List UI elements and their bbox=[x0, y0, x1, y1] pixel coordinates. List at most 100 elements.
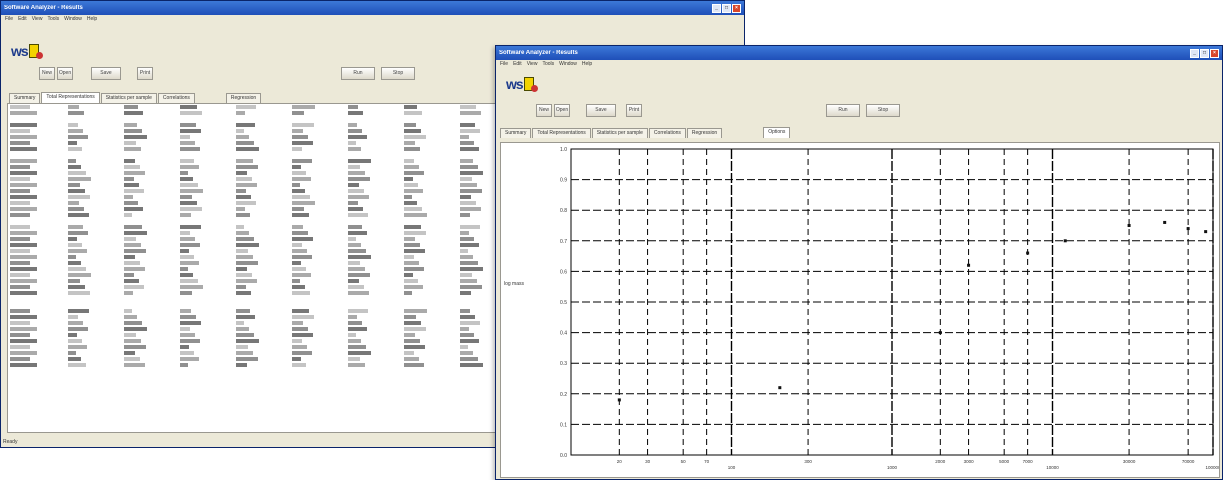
cell-placeholder bbox=[236, 134, 249, 139]
scatter-plot[interactable]: 1.0 0.9 0.8 0.7 0.6 0.5 0.4 0.3 0.2 0.1 0.0 20 30 50 7… bbox=[501, 143, 1219, 477]
y-tick-label: 0.9 bbox=[560, 178, 567, 184]
cell-placeholder bbox=[292, 272, 311, 277]
toolbar-button-save[interactable]: Save bbox=[586, 104, 616, 117]
cell-placeholder bbox=[404, 104, 417, 109]
tab-correlations[interactable]: Correlations bbox=[648, 128, 686, 138]
cell-placeholder bbox=[124, 248, 146, 253]
tab-correlations[interactable]: Correlations bbox=[157, 93, 195, 103]
cell-placeholder bbox=[180, 236, 195, 241]
menu-item[interactable]: Help bbox=[582, 61, 592, 68]
cell-placeholder bbox=[68, 254, 76, 259]
stop-button[interactable]: Stop bbox=[381, 67, 415, 80]
cell-placeholder bbox=[348, 344, 366, 349]
tab-options[interactable]: Options bbox=[763, 127, 791, 138]
cell-placeholder bbox=[236, 230, 249, 235]
maximize-button[interactable]: □ bbox=[722, 3, 731, 13]
minimize-button[interactable]: _ bbox=[712, 3, 721, 13]
tab-label: Summary bbox=[505, 130, 527, 136]
menu-item[interactable]: Help bbox=[87, 16, 97, 23]
cell-placeholder bbox=[404, 176, 413, 181]
cell-placeholder bbox=[68, 284, 85, 289]
cell-placeholder bbox=[292, 182, 300, 187]
logo-text: ws bbox=[506, 76, 524, 92]
cell-placeholder bbox=[10, 122, 37, 127]
cell-placeholder bbox=[124, 230, 147, 235]
cell-placeholder bbox=[68, 266, 86, 271]
x-tick-label: 70000 bbox=[1182, 459, 1195, 464]
cell-placeholder bbox=[10, 104, 30, 109]
title-bar[interactable]: Software Analyzer - Results _ □ × bbox=[1, 1, 744, 15]
table-cell bbox=[10, 362, 64, 368]
results-window-front[interactable]: Software Analyzer - Results _ □ × File E… bbox=[495, 45, 1223, 480]
menu-item[interactable]: Window bbox=[64, 16, 82, 23]
cell-placeholder bbox=[180, 182, 198, 187]
cell-placeholder bbox=[460, 356, 478, 361]
cell-placeholder bbox=[10, 134, 37, 139]
cell-placeholder bbox=[236, 314, 255, 319]
tab-regression[interactable]: Regression bbox=[225, 93, 262, 103]
cell-placeholder bbox=[68, 212, 89, 217]
cell-placeholder bbox=[124, 272, 134, 277]
cell-placeholder bbox=[460, 164, 478, 169]
cell-placeholder bbox=[180, 350, 194, 355]
tab-label: Total Representations bbox=[46, 94, 95, 100]
cell-placeholder bbox=[404, 278, 418, 283]
tab-summary[interactable]: Summary bbox=[9, 93, 41, 103]
cell-placeholder bbox=[460, 284, 482, 289]
menu-item[interactable]: File bbox=[5, 16, 13, 23]
scatter-plot-panel[interactable]: log mass 1.0 0.9 0.8 0.7 0.6 0.5 0.4 0.3 0.2 0.1 0… bbox=[500, 142, 1220, 478]
cell-placeholder bbox=[236, 200, 256, 205]
cell-placeholder bbox=[348, 254, 371, 259]
tab-total-representations[interactable]: Total Representations bbox=[532, 128, 591, 138]
cell-placeholder bbox=[236, 284, 246, 289]
tab-summary[interactable]: Summary bbox=[500, 128, 532, 138]
run-button[interactable]: Run bbox=[826, 104, 860, 117]
toolbar-button-open[interactable]: Open bbox=[554, 104, 570, 117]
tab-statistics-per-sample[interactable]: Statistics per sample bbox=[591, 128, 648, 138]
toolbar-button-new[interactable]: New bbox=[536, 104, 552, 117]
menu-item[interactable]: File bbox=[500, 61, 508, 68]
close-button[interactable]: × bbox=[1210, 48, 1219, 58]
menu-item[interactable]: Tools bbox=[542, 61, 554, 68]
cell-placeholder bbox=[10, 254, 37, 259]
stop-button[interactable]: Stop bbox=[866, 104, 900, 117]
cell-placeholder bbox=[180, 164, 199, 169]
menu-item[interactable]: Edit bbox=[513, 61, 522, 68]
logo-dot-icon bbox=[35, 51, 43, 59]
cell-placeholder bbox=[404, 212, 427, 217]
menu-item[interactable]: Window bbox=[559, 61, 577, 68]
maximize-button[interactable]: □ bbox=[1200, 48, 1209, 58]
cell-placeholder bbox=[292, 308, 309, 313]
cell-placeholder bbox=[404, 134, 426, 139]
run-button[interactable]: Run bbox=[341, 67, 375, 80]
cell-placeholder bbox=[236, 242, 259, 247]
tab-label: Correlations bbox=[162, 95, 190, 101]
menu-item[interactable]: Edit bbox=[18, 16, 27, 23]
tab-total-representations[interactable]: Total Representations bbox=[41, 92, 100, 103]
cell-placeholder bbox=[124, 158, 135, 163]
toolbar-button-new[interactable]: New bbox=[39, 67, 55, 80]
title-bar[interactable]: Software Analyzer - Results _ □ × bbox=[496, 46, 1222, 60]
menu-item[interactable]: View bbox=[32, 16, 43, 23]
tab-label: Total Representations bbox=[537, 130, 586, 136]
toolbar-button-open[interactable]: Open bbox=[57, 67, 73, 80]
toolbar-button-print[interactable]: Print bbox=[626, 104, 642, 117]
cell-placeholder bbox=[180, 254, 194, 259]
toolbar-button-save[interactable]: Save bbox=[91, 67, 121, 80]
cell-placeholder bbox=[68, 242, 82, 247]
cell-placeholder bbox=[10, 176, 30, 181]
data-point bbox=[938, 331, 942, 335]
menu-item[interactable]: Tools bbox=[47, 16, 59, 23]
minimize-button[interactable]: _ bbox=[1190, 48, 1199, 58]
toolbar-button-print[interactable]: Print bbox=[137, 67, 153, 80]
cell-placeholder bbox=[68, 128, 83, 133]
close-button[interactable]: × bbox=[732, 3, 741, 13]
cell-placeholder bbox=[124, 128, 142, 133]
cell-placeholder bbox=[348, 158, 371, 163]
menu-item[interactable]: View bbox=[527, 61, 538, 68]
tab-regression[interactable]: Regression bbox=[686, 128, 723, 138]
toolbar-label: Stop bbox=[877, 107, 889, 113]
tab-statistics-per-sample[interactable]: Statistics per sample bbox=[100, 93, 157, 103]
cell-placeholder bbox=[348, 236, 356, 241]
cell-placeholder bbox=[68, 104, 79, 109]
